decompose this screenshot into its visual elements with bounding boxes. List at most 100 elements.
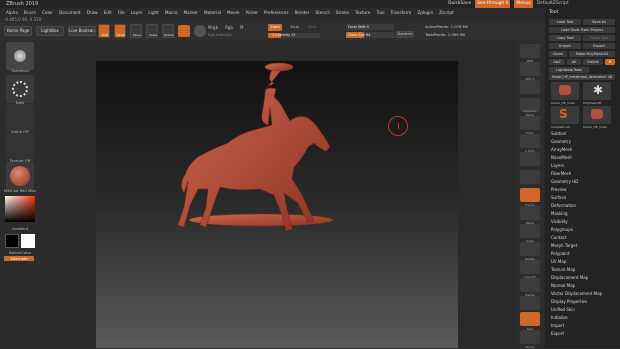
m-toggle[interactable]: M	[240, 25, 243, 30]
subpalette-vector-displacement-map[interactable]: Vector Displacement Map	[551, 290, 602, 298]
import-button[interactable]: Import	[549, 43, 581, 49]
tool-thumb-model[interactable]: Model_HP_meta	[551, 82, 579, 105]
paste-tool-button[interactable]: Paste Tool	[583, 35, 615, 41]
mrgb-toggle[interactable]: Mrgb	[208, 25, 218, 30]
draw-button[interactable]: Draw	[114, 24, 126, 38]
live-boolean-button[interactable]: Live Boolean	[68, 26, 96, 36]
main-color-swatch[interactable]	[5, 234, 19, 248]
menu-alpha[interactable]: Alpha	[6, 8, 18, 17]
line-fill-button[interactable]: Line Fill	[520, 260, 540, 279]
frame-button[interactable]: Frame	[520, 188, 540, 207]
subpalette-arraymesh[interactable]: ArrayMesh	[551, 146, 572, 154]
subpalette-masking[interactable]: Masking	[551, 210, 568, 218]
r-button[interactable]: R	[605, 59, 615, 65]
see-through-slider[interactable]: See-through 0	[475, 0, 511, 8]
current-tool-name[interactable]: Model_HP_metalmaps_decimated: 48	[549, 74, 615, 80]
subpalette-displacement-map[interactable]: Displacement Map	[551, 274, 588, 282]
subpalette-preview[interactable]: Preview	[551, 186, 567, 194]
default-zscript-button[interactable]: DefaultZScript	[537, 0, 569, 8]
tool-thumb-simplebrush[interactable]: S SimpleBrush	[551, 106, 579, 129]
scale-view-button[interactable]: Scale	[520, 224, 540, 243]
material-swatch[interactable]	[178, 25, 190, 37]
menu-brush[interactable]: Brush	[24, 8, 36, 17]
menu-stroke[interactable]: Stroke	[336, 8, 349, 17]
quicksave-button[interactable]: QuickSave	[448, 0, 471, 8]
rotate-view-button[interactable]: Rotate	[520, 242, 540, 261]
menu-transform[interactable]: Transform	[390, 8, 411, 17]
color-picker[interactable]	[5, 196, 35, 222]
rgb-intensity-slider[interactable]: Rgb Intensity	[208, 33, 232, 37]
menu-picker[interactable]: Picker	[245, 8, 257, 17]
make-polymesh-button[interactable]: Make PolyMesh3D	[569, 51, 615, 57]
zadd-toggle[interactable]: Zadd	[268, 24, 282, 31]
tool-thumb-polymesh[interactable]: ✱ PolyMesh3D	[583, 82, 611, 105]
menu-zscript[interactable]: Zscript	[439, 8, 454, 17]
visible-button[interactable]: Visible	[583, 59, 603, 65]
edit-button[interactable]: Edit	[98, 24, 110, 38]
menu-edit[interactable]: Edit	[104, 8, 112, 17]
lightbox-button[interactable]: LightBox	[36, 26, 64, 36]
menu-layer[interactable]: Layer	[131, 8, 143, 17]
save-as-button[interactable]: Save As	[583, 19, 615, 25]
xpose-button[interactable]: Xpose	[520, 330, 540, 349]
dynamic-button[interactable]: Dynamic	[396, 31, 414, 38]
all-button[interactable]: All	[567, 59, 581, 65]
subpalette-polypaint[interactable]: Polypaint	[551, 250, 569, 258]
menu-document[interactable]: Document	[59, 8, 81, 17]
menu-marker[interactable]: Marker	[184, 8, 198, 17]
texture-slot[interactable]	[6, 133, 34, 161]
subpalette-geometry[interactable]: Geometry	[551, 138, 571, 146]
zsub-toggle[interactable]: Zsub	[290, 25, 299, 29]
load-project-button[interactable]: Load Tools From Project	[549, 27, 615, 33]
scale-button[interactable]: Scale	[146, 24, 158, 38]
menu-preferences[interactable]: Preferences	[264, 8, 289, 17]
menu-render[interactable]: Render	[295, 8, 310, 17]
subpalette-subtool[interactable]: Subtool	[551, 130, 566, 138]
menus-button[interactable]: Menus	[514, 0, 533, 8]
document-viewport[interactable]	[96, 61, 458, 348]
focal-shift-slider[interactable]: Focal Shift 0	[346, 24, 394, 30]
move-button[interactable]: Move	[130, 24, 142, 38]
tool-thumb-model-2[interactable]: Model_HP_meta	[583, 106, 611, 129]
floor-button[interactable]: Floor	[520, 116, 540, 135]
subpalette-unified-skin[interactable]: Unified Skin	[551, 306, 575, 314]
bpr-button[interactable]: BPR	[520, 44, 540, 63]
clone-button[interactable]: Clone	[549, 51, 567, 57]
menu-movie[interactable]: Movie	[227, 8, 239, 17]
load-tool-button[interactable]: Load Tool	[549, 19, 581, 25]
subpalette-polygroups[interactable]: Polygroups	[551, 226, 573, 234]
scroll-button[interactable]	[520, 80, 540, 94]
alternate-button[interactable]: Alternate	[4, 256, 34, 261]
subpalette-fibermesh[interactable]: FiberMesh	[551, 170, 571, 178]
stroke-slot[interactable]	[6, 75, 34, 103]
lsym-button[interactable]: L.Sym	[520, 134, 540, 153]
alpha-slot[interactable]	[6, 104, 34, 132]
rotate-button[interactable]: Rotate	[162, 24, 174, 38]
subpalette-geometry-hd[interactable]: Geometry HD	[551, 178, 578, 186]
material-slot[interactable]	[6, 162, 34, 190]
subpalette-contact[interactable]: Contact	[551, 234, 567, 242]
rgb-toggle[interactable]: Rgb	[225, 25, 233, 30]
move-view-button[interactable]: Move	[520, 206, 540, 225]
menu-draw[interactable]: Draw	[87, 8, 98, 17]
draw-size-slider[interactable]: Draw Size 64	[346, 32, 394, 38]
subpalette-deformation[interactable]: Deformation	[551, 202, 576, 210]
xyz-button[interactable]	[520, 152, 540, 166]
lightbox-tools-button[interactable]: Lightbox▸Tools	[549, 67, 589, 73]
copy-tool-button[interactable]: Copy Tool	[549, 35, 581, 41]
subpalette-display-properties[interactable]: Display Properties	[551, 298, 587, 306]
transp-button[interactable]: Transp	[520, 278, 540, 297]
persp-button[interactable]: Dynamic Persp	[520, 98, 540, 117]
subpalette-morph-target[interactable]: Morph Target	[551, 242, 577, 250]
zcut-toggle[interactable]: Zcut	[308, 25, 316, 29]
switch-color-button[interactable]: SwitchColor	[2, 250, 38, 255]
menu-tool[interactable]: Tool	[376, 8, 384, 17]
subpalette-layers[interactable]: Layers	[551, 162, 564, 170]
subpalette-surface[interactable]: Surface	[551, 194, 566, 202]
menu-color[interactable]: Color	[42, 8, 53, 17]
menu-file[interactable]: File	[118, 8, 125, 17]
subpalette-initialize[interactable]: Initialize	[551, 314, 568, 322]
home-page-button[interactable]: Home Page	[4, 26, 32, 36]
menu-light[interactable]: Light	[148, 8, 158, 17]
subpalette-texture-map[interactable]: Texture Map	[551, 266, 575, 274]
